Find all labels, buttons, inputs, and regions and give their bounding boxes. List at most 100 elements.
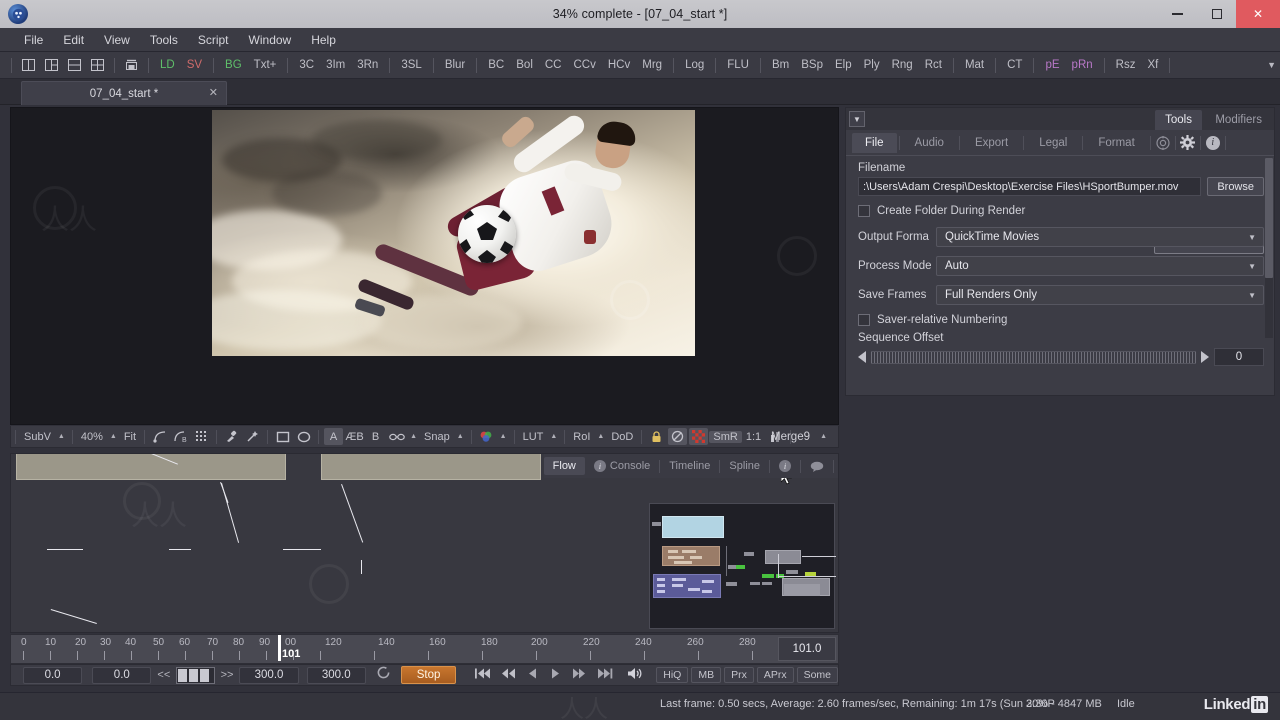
step-back-icon[interactable]	[522, 668, 544, 682]
global-end-field[interactable]: 300.0	[306, 666, 366, 684]
subtab-legal[interactable]: Legal	[1026, 133, 1080, 153]
document-tab[interactable]: 07_04_start * ✕	[21, 81, 227, 105]
color-wheel-icon[interactable]	[477, 428, 496, 445]
checkerboard-icon[interactable]	[689, 428, 709, 445]
tool-xf[interactable]: Xf	[1141, 58, 1164, 72]
view-ab-button[interactable]: ÆB	[345, 428, 364, 445]
next-range-button[interactable]: >>	[215, 669, 240, 681]
tab-timeline[interactable]: Timeline	[660, 457, 719, 475]
dod-button[interactable]: DoD	[607, 431, 637, 443]
browse-button[interactable]: Browse	[1207, 177, 1264, 196]
target-icon[interactable]	[1153, 134, 1173, 152]
alpha-icon[interactable]	[668, 428, 688, 445]
tool-bsp[interactable]: BSp	[795, 58, 829, 72]
menu-view[interactable]: View	[94, 31, 140, 49]
sequence-offset-slider[interactable]	[871, 350, 1196, 364]
view-layout-3-icon[interactable]	[64, 56, 85, 74]
flow-info-button[interactable]: i	[770, 457, 800, 475]
render-range-slider[interactable]	[176, 666, 215, 684]
sequence-offset-value[interactable]: 0	[1214, 348, 1264, 366]
quality-mb-button[interactable]: MB	[691, 667, 722, 683]
tab-console[interactable]: i Console	[585, 457, 659, 475]
output-format-select[interactable]: QuickTime Movies ▼	[936, 227, 1264, 247]
view-b-button[interactable]: B	[366, 428, 385, 445]
tool-elp[interactable]: Elp	[829, 58, 858, 72]
ratio-button[interactable]: 1:1	[742, 431, 765, 443]
render-end-field[interactable]: 300.0	[239, 666, 299, 684]
tab-flow[interactable]: Flow	[543, 457, 585, 475]
flow-comment-button[interactable]	[801, 458, 833, 475]
viewer-panel[interactable]: 人人	[10, 107, 839, 425]
menu-tools[interactable]: Tools	[140, 31, 188, 49]
quality-hiq-button[interactable]: HiQ	[656, 667, 689, 683]
subtab-audio[interactable]: Audio	[902, 133, 957, 153]
wand-icon[interactable]	[243, 428, 262, 445]
chevron-down-icon[interactable]: ▼	[849, 111, 865, 127]
chevron-up-icon[interactable]: ▲	[547, 433, 560, 440]
rect-roi-icon[interactable]	[273, 428, 292, 445]
tool-pe[interactable]: pE	[1039, 58, 1065, 72]
play-icon[interactable]	[544, 668, 566, 682]
tool-ld[interactable]: LD	[154, 58, 181, 72]
chevron-up-icon[interactable]: ▲	[497, 433, 510, 440]
chevron-up-icon[interactable]: ▲	[407, 433, 420, 440]
tools-panel-scrollbar[interactable]	[1265, 158, 1273, 338]
chevron-up-icon[interactable]: ▲	[594, 433, 607, 440]
skip-end-icon[interactable]	[592, 668, 618, 682]
minimize-button[interactable]	[1158, 0, 1197, 28]
menu-script[interactable]: Script	[188, 31, 239, 49]
info-icon[interactable]: i	[1203, 134, 1223, 152]
tool-rsz[interactable]: Rsz	[1110, 58, 1142, 72]
tool-prn[interactable]: pRn	[1066, 58, 1099, 72]
tool-3im[interactable]: 3Im	[320, 58, 351, 72]
subtab-export[interactable]: Export	[962, 133, 1021, 153]
render-icon[interactable]	[121, 56, 142, 74]
tool-bm[interactable]: Bm	[766, 58, 795, 72]
tool-bc[interactable]: BC	[482, 58, 510, 72]
playhead[interactable]	[278, 635, 281, 661]
filename-input[interactable]: :\Users\Adam Crespi\Desktop\Exercise Fil…	[858, 177, 1202, 196]
process-mode-select[interactable]: Auto ▼	[936, 256, 1264, 276]
lut-button[interactable]: LUT	[519, 431, 548, 443]
maximize-button[interactable]	[1197, 0, 1236, 28]
tool-hcv[interactable]: HCv	[602, 58, 636, 72]
tool-txt[interactable]: Txt+	[248, 58, 283, 72]
tab-tools[interactable]: Tools	[1155, 110, 1202, 130]
menu-window[interactable]: Window	[239, 31, 302, 49]
stop-button[interactable]: Stop	[400, 666, 457, 684]
lock-icon[interactable]	[647, 428, 666, 445]
tool-mrg[interactable]: Mrg	[636, 58, 668, 72]
menu-edit[interactable]: Edit	[53, 31, 94, 49]
skip-start-icon[interactable]	[470, 668, 496, 682]
eyedropper-icon[interactable]	[222, 428, 241, 445]
curve-icon[interactable]	[150, 428, 169, 445]
roi-button[interactable]: RoI	[569, 431, 594, 443]
tool-3sl[interactable]: 3SL	[395, 58, 427, 72]
save-frames-select[interactable]: Full Renders Only ▼	[936, 285, 1264, 305]
loop-icon[interactable]	[376, 665, 391, 685]
close-icon[interactable]: ✕	[209, 86, 218, 99]
subtab-format[interactable]: Format	[1085, 133, 1147, 153]
tool-log[interactable]: Log	[679, 58, 710, 72]
tool-blur[interactable]: Blur	[439, 58, 471, 72]
ellipse-roi-icon[interactable]	[294, 428, 313, 445]
snap-button[interactable]: Snap	[420, 431, 454, 443]
create-folder-checkbox[interactable]	[858, 205, 870, 217]
saver-relative-checkbox[interactable]	[858, 314, 870, 326]
tool-rng[interactable]: Rng	[886, 58, 919, 72]
menu-file[interactable]: File	[14, 31, 53, 49]
slider-decrement-icon[interactable]	[858, 351, 866, 363]
tool-sv[interactable]: SV	[181, 58, 208, 72]
view-layout-4-icon[interactable]	[87, 56, 108, 74]
prev-range-button[interactable]: <<	[151, 669, 176, 681]
fit-button[interactable]: Fit	[120, 431, 140, 443]
view-a-button[interactable]: A	[324, 428, 344, 445]
speaker-icon[interactable]	[622, 667, 648, 683]
global-start-field[interactable]: 0.0	[23, 666, 83, 684]
tool-rct[interactable]: Rct	[919, 58, 948, 72]
view-layout-1-icon[interactable]	[18, 56, 39, 74]
smr-button[interactable]: SmR	[709, 430, 742, 443]
tab-spline[interactable]: Spline	[720, 457, 769, 475]
rewind-icon[interactable]	[496, 668, 522, 682]
tool-3c[interactable]: 3C	[293, 58, 320, 72]
